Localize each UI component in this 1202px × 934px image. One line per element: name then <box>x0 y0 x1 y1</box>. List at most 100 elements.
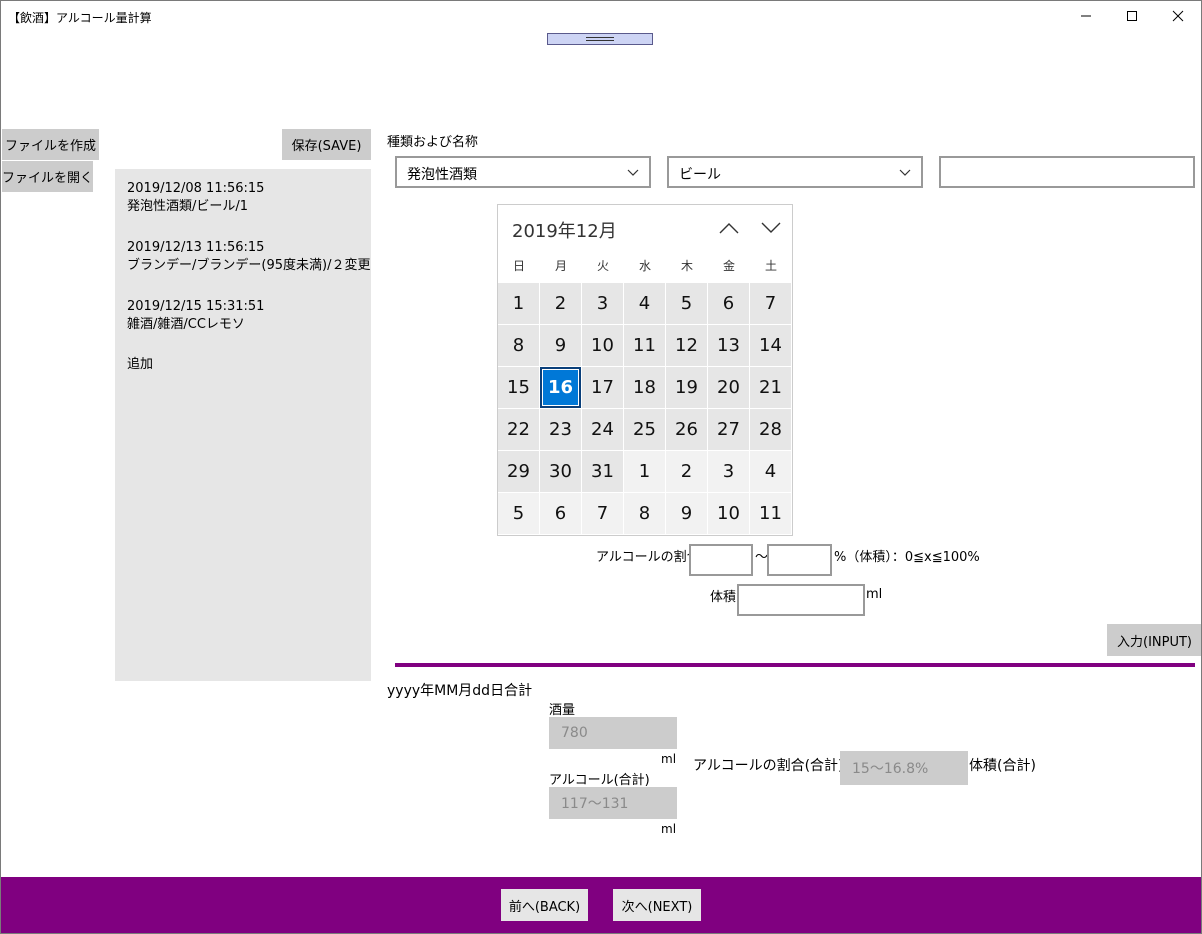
save-button[interactable]: 保存(SAVE) <box>282 129 371 160</box>
back-button[interactable]: 前へ(BACK) <box>501 889 588 921</box>
category-label: 種類および名称 <box>387 135 479 150</box>
calendar-day[interactable]: 12 <box>666 325 707 366</box>
calendar-day[interactable]: 17 <box>582 367 623 408</box>
calendar-day[interactable]: 1 <box>624 451 665 492</box>
ratio-total-label: アルコールの割合(合計) <box>693 758 844 774</box>
next-button[interactable]: 次へ(NEXT) <box>613 889 701 921</box>
record-date: 2019/12/15 15:31:51 <box>127 299 265 314</box>
calendar-day[interactable]: 15 <box>498 367 539 408</box>
minimize-button[interactable] <box>1063 0 1109 32</box>
add-item[interactable]: 追加 <box>127 356 153 374</box>
calendar-day[interactable]: 4 <box>750 451 791 492</box>
record-list: 2019/12/08 11:56:15 発泡性酒類/ビール/1 2019/12/… <box>115 169 371 681</box>
calendar-day[interactable]: 28 <box>750 409 791 450</box>
calendar-day[interactable]: 6 <box>708 283 749 324</box>
weekday-label: 月 <box>554 259 567 273</box>
calendar-day[interactable]: 7 <box>750 283 791 324</box>
calendar-day[interactable]: 5 <box>666 283 707 324</box>
category-select[interactable]: 発泡性酒類 <box>395 156 651 188</box>
calendar-day[interactable]: 30 <box>540 451 581 492</box>
liquor-unit: ml <box>661 752 677 766</box>
list-item[interactable]: 2019/12/15 15:31:51 雑酒/雑酒/CCレモソ <box>127 298 264 334</box>
record-desc: 雑酒/雑酒/CCレモソ <box>127 317 245 332</box>
minimize-icon <box>1081 15 1091 17</box>
calendar-day[interactable]: 11 <box>624 325 665 366</box>
calendar-day[interactable]: 6 <box>540 493 581 534</box>
name-input[interactable] <box>939 156 1195 188</box>
alcohol-ratio-label: アルコールの割合 <box>596 550 700 565</box>
calendar-day[interactable]: 18 <box>624 367 665 408</box>
previous-month-button[interactable] <box>714 213 744 243</box>
chevron-up-icon <box>719 223 739 234</box>
type-value: ビール <box>679 167 721 183</box>
open-file-button[interactable]: ファイルを開く <box>2 161 93 192</box>
maximize-icon <box>1127 11 1137 21</box>
category-value: 発泡性酒類 <box>407 167 477 183</box>
weekday-label: 金 <box>722 259 735 273</box>
create-file-button[interactable]: ファイルを作成 <box>2 129 99 160</box>
maximize-button[interactable] <box>1109 0 1155 32</box>
panel-drag-handle[interactable] <box>547 33 653 45</box>
volume-input[interactable] <box>737 584 865 616</box>
calendar-day[interactable]: 8 <box>498 325 539 366</box>
section-divider <box>395 663 1195 667</box>
next-month-button[interactable] <box>756 213 786 243</box>
close-button[interactable] <box>1155 0 1201 32</box>
calendar-day[interactable]: 5 <box>498 493 539 534</box>
calendar-day-selected[interactable]: 16 <box>540 367 581 408</box>
list-item[interactable]: 2019/12/08 11:56:15 発泡性酒類/ビール/1 <box>127 180 264 216</box>
liquor-label: 酒量 <box>549 703 576 718</box>
calendar-day[interactable]: 9 <box>540 325 581 366</box>
calendar-day[interactable]: 4 <box>624 283 665 324</box>
calendar-day[interactable]: 22 <box>498 409 539 450</box>
footer-bar: 前へ(BACK) 次へ(NEXT) <box>0 877 1202 934</box>
input-button[interactable]: 入力(INPUT) <box>1107 624 1202 656</box>
list-item[interactable]: 2019/12/13 11:56:15 ブランデー/ブランデー(95度未満)/２… <box>127 239 370 275</box>
calendar-day[interactable]: 9 <box>666 493 707 534</box>
record-desc: ブランデー/ブランデー(95度未満)/２変更 <box>127 258 371 273</box>
liquor-value: 780 <box>549 717 677 749</box>
calendar-day[interactable]: 29 <box>498 451 539 492</box>
calendar-day[interactable]: 3 <box>582 283 623 324</box>
calendar-day[interactable]: 13 <box>708 325 749 366</box>
calendar-day[interactable]: 7 <box>582 493 623 534</box>
ratio-total-value: 15～16.8% <box>840 751 968 785</box>
calendar-day[interactable]: 24 <box>582 409 623 450</box>
calendar-day[interactable]: 23 <box>540 409 581 450</box>
alcohol-max-input[interactable] <box>767 544 832 576</box>
close-icon <box>1172 10 1184 22</box>
alcohol-total-label: アルコール(合計) <box>549 773 650 788</box>
window-title: 【飲酒】アルコール量計算 <box>8 11 152 25</box>
calendar-day[interactable]: 10 <box>708 493 749 534</box>
calendar-day[interactable]: 14 <box>750 325 791 366</box>
calendar-day[interactable]: 31 <box>582 451 623 492</box>
alcohol-total-unit: ml <box>661 822 677 836</box>
calendar-day[interactable]: 2 <box>666 451 707 492</box>
record-date: 2019/12/13 11:56:15 <box>127 240 265 255</box>
calendar-header[interactable]: 2019年12月 <box>512 217 617 243</box>
calendar-day[interactable]: 21 <box>750 367 791 408</box>
summary-title: yyyy年MM月dd日合計 <box>387 683 533 699</box>
alcohol-min-input[interactable] <box>689 544 753 576</box>
calendar-day[interactable]: 27 <box>708 409 749 450</box>
calendar-day[interactable]: 19 <box>666 367 707 408</box>
volume-label: 体積 <box>710 590 737 605</box>
calendar: 2019年12月 日 月 火 水 木 金 土 1 2 3 4 5 6 7 8 9 10 11 12 13… <box>497 204 793 536</box>
chevron-down-icon <box>627 169 639 176</box>
volume-total-label: 体積(合計) <box>969 758 1036 774</box>
record-date: 2019/12/08 11:56:15 <box>127 181 265 196</box>
calendar-day[interactable]: 25 <box>624 409 665 450</box>
calendar-day[interactable]: 26 <box>666 409 707 450</box>
calendar-day[interactable]: 2 <box>540 283 581 324</box>
type-select[interactable]: ビール <box>667 156 923 188</box>
calendar-day[interactable]: 10 <box>582 325 623 366</box>
calendar-day[interactable]: 1 <box>498 283 539 324</box>
calendar-day[interactable]: 11 <box>750 493 791 534</box>
calendar-day[interactable]: 3 <box>708 451 749 492</box>
calendar-day[interactable]: 8 <box>624 493 665 534</box>
chevron-down-icon <box>899 169 911 176</box>
weekday-label: 土 <box>764 259 777 273</box>
title-bar: 【飲酒】アルコール量計算 <box>0 0 1202 32</box>
volume-unit: ml <box>866 587 883 602</box>
calendar-day[interactable]: 20 <box>708 367 749 408</box>
